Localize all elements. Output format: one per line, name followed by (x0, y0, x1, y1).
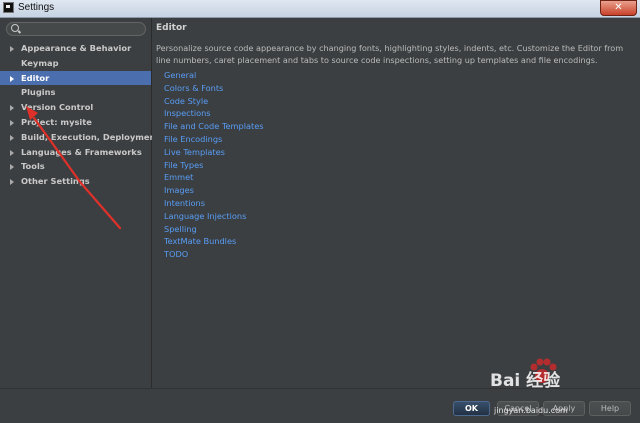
page-title: Editor (156, 23, 187, 33)
link-live-templates[interactable]: Live Templates (164, 146, 264, 159)
close-button[interactable]: ✕ (600, 0, 637, 16)
link-textmate-bundles[interactable]: TextMate Bundles (164, 235, 264, 248)
app-icon (3, 2, 14, 13)
sidebar-item-label: Editor (21, 72, 50, 83)
sidebar-item-label: Other Settings (21, 176, 90, 187)
sidebar-item-label: Project: mysite (21, 116, 92, 127)
settings-content: Editor Personalize source code appearanc… (152, 18, 640, 388)
link-intentions[interactable]: Intentions (164, 197, 264, 210)
sidebar-item-tools[interactable]: Tools (0, 159, 151, 174)
expand-arrow-icon[interactable] (10, 75, 14, 82)
sidebar-item-label: Languages & Frameworks (21, 146, 142, 157)
settings-sidebar: Appearance & Behavior Keymap Editor Plug… (0, 18, 159, 388)
search-field[interactable] (6, 22, 146, 36)
sidebar-item-plugins[interactable]: Plugins (0, 85, 151, 100)
page-description: Personalize source code appearance by ch… (156, 43, 624, 65)
link-inspections[interactable]: Inspections (164, 107, 264, 120)
window-title: Settings (18, 2, 55, 13)
watermark: Bai 经验 jingyan.baidu.com (478, 352, 638, 422)
sidebar-item-other-settings[interactable]: Other Settings (0, 174, 151, 189)
sidebar-item-label: Keymap (21, 57, 59, 68)
sidebar-item-label: Version Control (21, 102, 94, 113)
link-todo[interactable]: TODO (164, 248, 264, 261)
link-file-types[interactable]: File Types (164, 159, 264, 172)
sidebar-item-build-execution-deployment[interactable]: Build, Execution, Deployment (0, 130, 159, 145)
expand-arrow-icon[interactable] (10, 134, 14, 141)
link-file-encodings[interactable]: File Encodings (164, 133, 264, 146)
search-icon (11, 24, 19, 32)
sidebar-item-editor[interactable]: Editor (0, 70, 151, 86)
search-input[interactable] (21, 23, 141, 35)
link-colors-fonts[interactable]: Colors & Fonts (164, 82, 264, 95)
expand-arrow-icon[interactable] (10, 149, 14, 156)
link-code-style[interactable]: Code Style (164, 95, 264, 108)
link-images[interactable]: Images (164, 184, 264, 197)
link-general[interactable]: General (164, 69, 264, 82)
expand-arrow-icon[interactable] (10, 105, 14, 112)
link-language-injections[interactable]: Language Injections (164, 210, 264, 223)
sidebar-item-label: Appearance & Behavior (21, 43, 132, 53)
expand-arrow-icon[interactable] (10, 179, 14, 186)
sidebar-item-label: Tools (21, 161, 45, 172)
watermark-url: jingyan.baidu.com (494, 406, 568, 415)
watermark-brand: Bai 经验 (490, 371, 561, 391)
link-file-code-templates[interactable]: File and Code Templates (164, 120, 264, 133)
expand-arrow-icon[interactable] (10, 119, 14, 126)
sidebar-item-project[interactable]: Project: mysite (0, 115, 151, 130)
expand-arrow-icon[interactable] (10, 164, 14, 171)
settings-tree: Appearance & Behavior Keymap Editor Plug… (0, 41, 159, 189)
link-spelling[interactable]: Spelling (164, 223, 264, 236)
editor-sections-list: General Colors & Fonts Code Style Inspec… (164, 69, 264, 261)
settings-window: Settings ✕ Appearance & Behavior Keymap … (0, 0, 640, 423)
sidebar-item-label: Build, Execution, Deployment (21, 131, 160, 142)
sidebar-item-label: Plugins (21, 87, 56, 98)
sidebar-item-version-control[interactable]: Version Control (0, 100, 151, 115)
title-bar[interactable]: Settings ✕ (0, 0, 640, 18)
sidebar-item-languages-frameworks[interactable]: Languages & Frameworks (0, 145, 151, 160)
sidebar-item-appearance-behavior[interactable]: Appearance & Behavior (0, 41, 151, 56)
sidebar-item-keymap[interactable]: Keymap (0, 56, 151, 71)
link-emmet[interactable]: Emmet (164, 171, 264, 184)
expand-arrow-icon[interactable] (10, 46, 14, 52)
